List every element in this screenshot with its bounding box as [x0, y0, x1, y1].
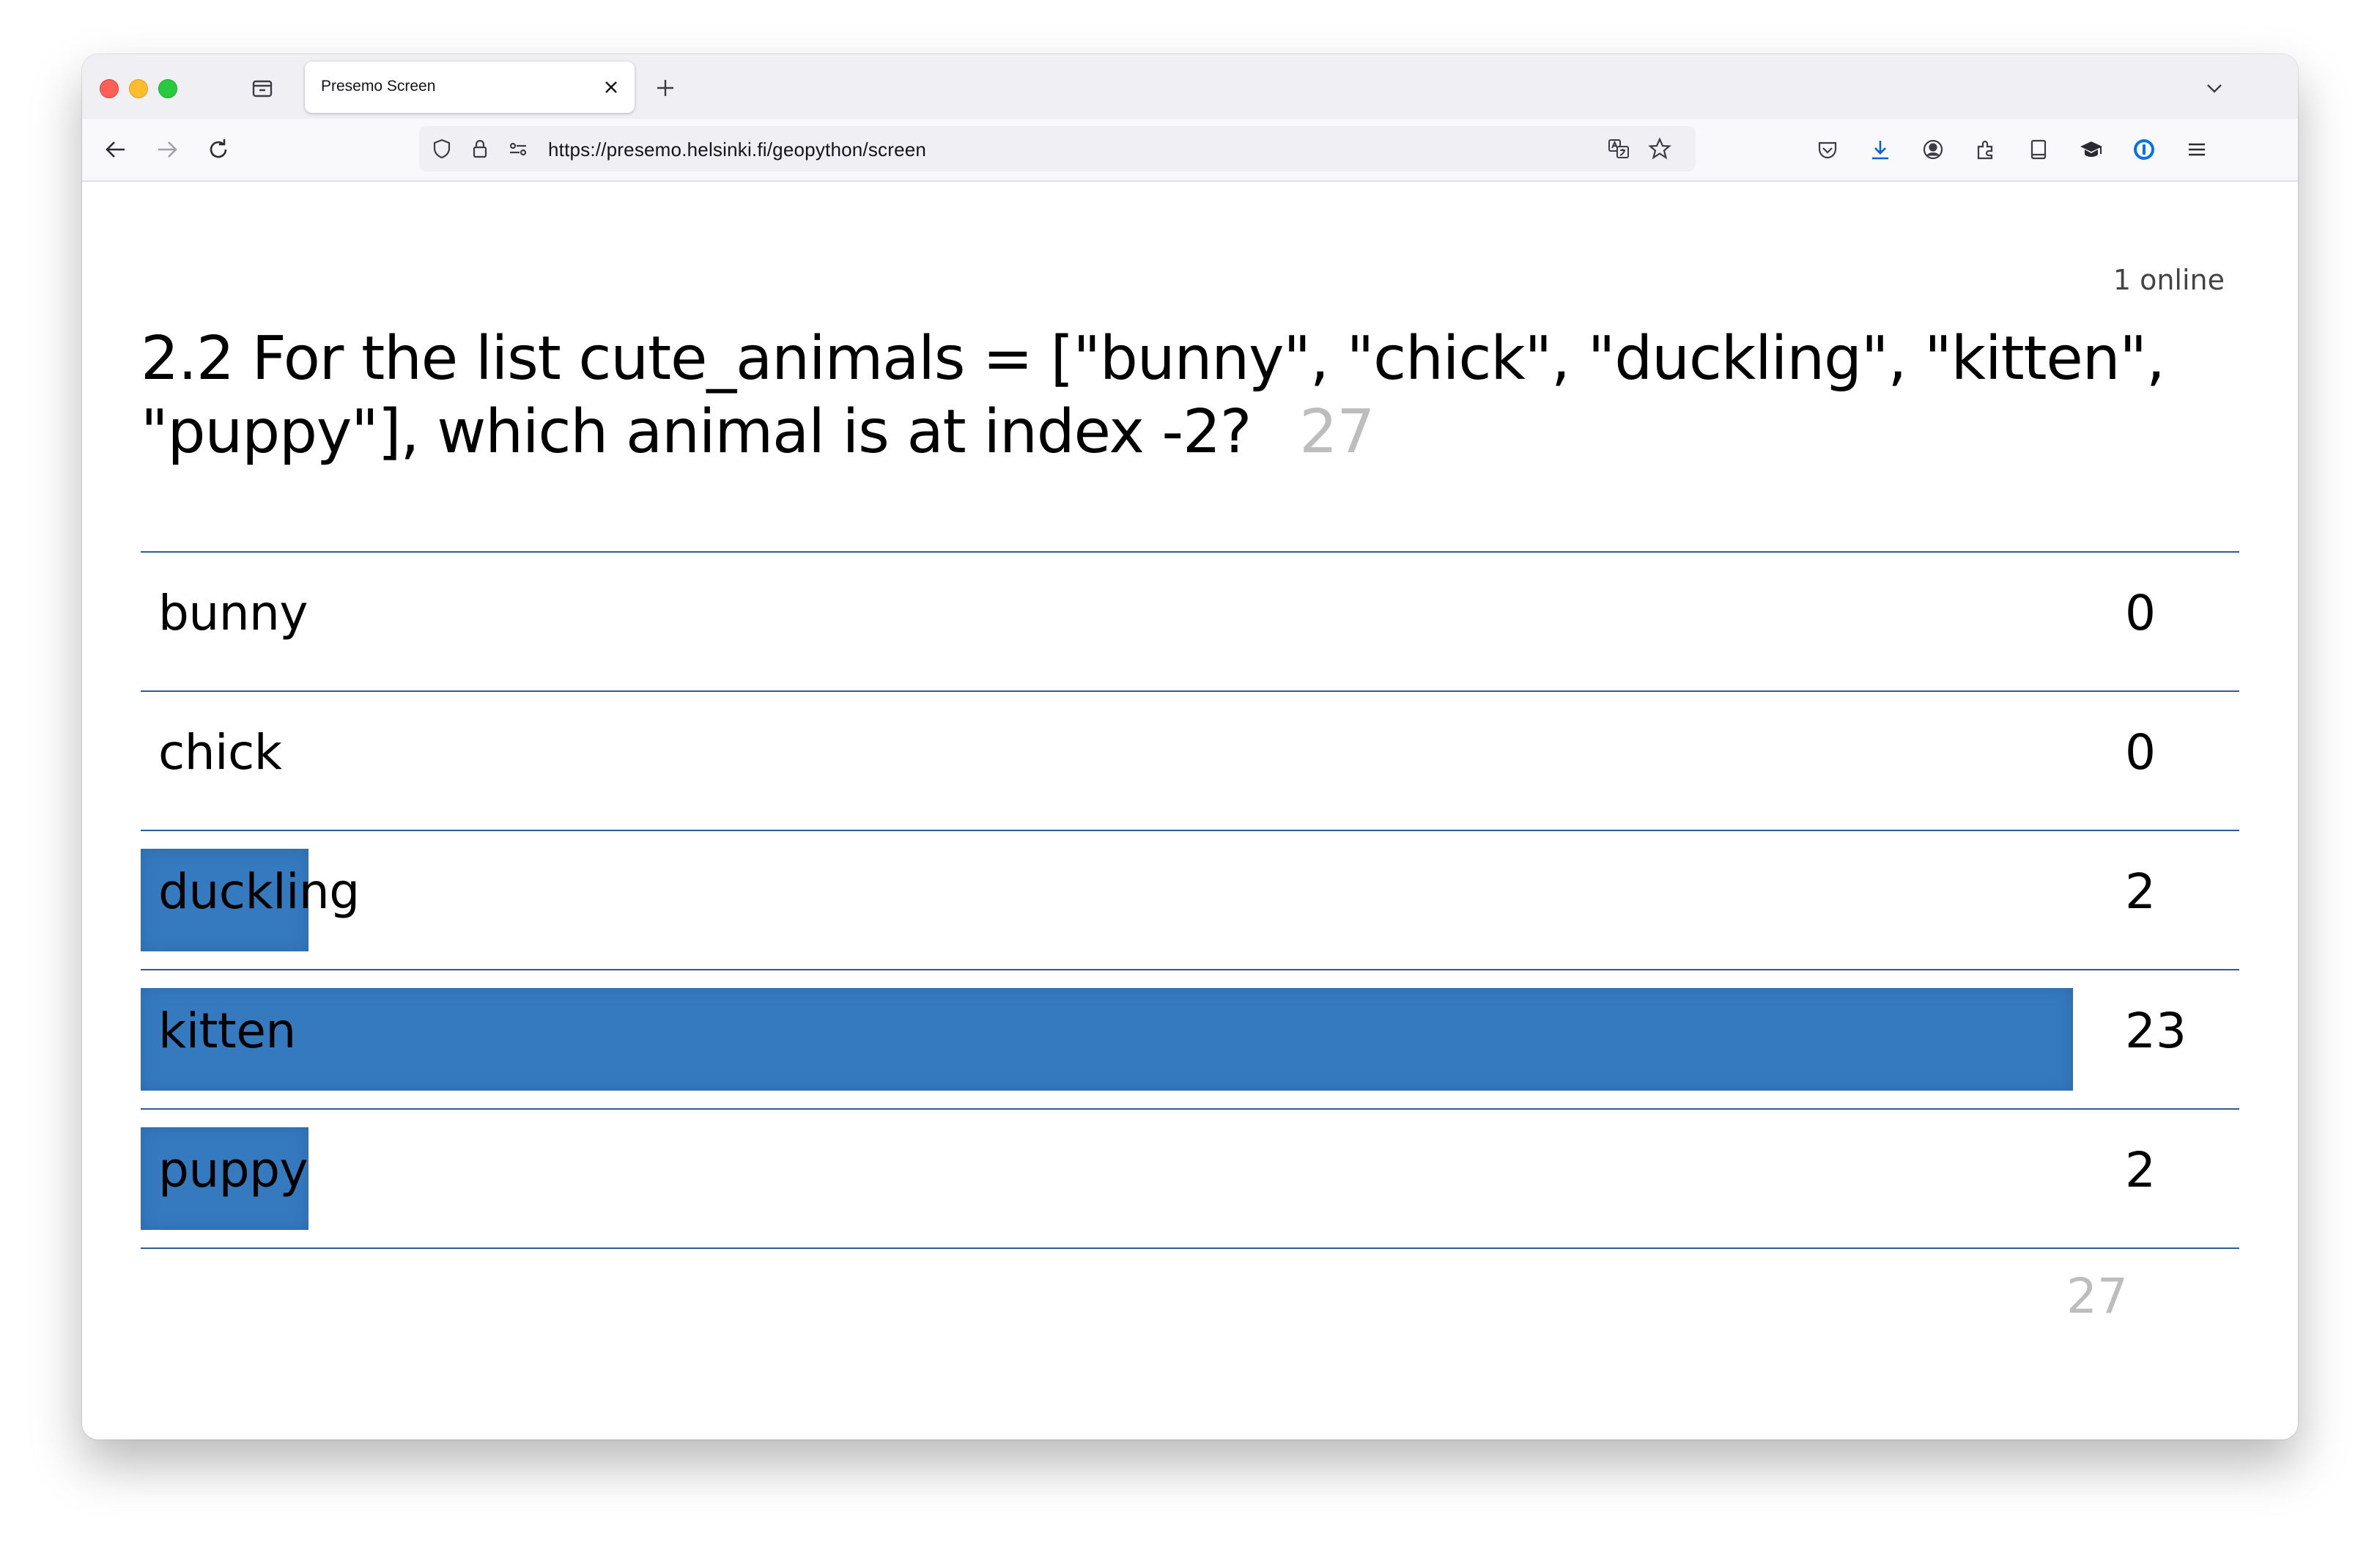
shield-icon[interactable]: [429, 136, 454, 161]
result-row-bunny: bunny 0: [141, 553, 2239, 690]
translate-icon[interactable]: [1606, 136, 1631, 161]
star-icon[interactable]: [1647, 136, 1672, 161]
result-bar: [141, 988, 2073, 1091]
reload-icon[interactable]: [201, 132, 236, 167]
tab-list-icon[interactable]: [248, 73, 277, 103]
hamburger-icon[interactable]: [2181, 133, 2213, 166]
window-minimize-button[interactable]: [129, 79, 148, 98]
mortarboard-icon[interactable]: [2075, 133, 2107, 166]
download-icon[interactable]: [1864, 133, 1896, 166]
password-manager-icon[interactable]: [2128, 133, 2160, 166]
browser-window: Presemo Screen https://presemo.helsinki.…: [82, 54, 2298, 1440]
result-row-puppy: puppy 2: [141, 1110, 2239, 1247]
navigation-bar: https://presemo.helsinki.fi/geopython/sc…: [82, 119, 2298, 182]
page-content: 1 online 2.2 For the list cute_animals =…: [82, 182, 2298, 1440]
lock-icon[interactable]: [468, 136, 492, 161]
window-close-button[interactable]: [100, 79, 119, 98]
pocket-icon[interactable]: [1811, 133, 1844, 166]
question-heading: 2.2 For the list cute_animals = ["bunny"…: [141, 322, 2251, 469]
option-count: 2: [2125, 1142, 2156, 1198]
plus-icon[interactable]: [651, 73, 680, 103]
option-label: bunny: [158, 585, 308, 641]
option-count: 0: [2125, 585, 2156, 641]
close-icon[interactable]: [599, 75, 623, 99]
option-label: puppy: [158, 1142, 308, 1198]
tab-presemo-screen[interactable]: Presemo Screen: [305, 62, 635, 113]
chevron-down-icon[interactable]: [2200, 73, 2229, 103]
total-count: 27: [2066, 1268, 2128, 1324]
question-text: 2.2 For the list cute_animals = ["bunny"…: [141, 324, 2165, 467]
result-row-chick: chick 0: [141, 692, 2239, 830]
arrow-right-icon[interactable]: [149, 132, 185, 167]
online-count: 1 online: [2113, 264, 2225, 296]
option-count: 0: [2125, 724, 2156, 781]
window-zoom-button[interactable]: [158, 79, 177, 98]
option-label: chick: [158, 724, 282, 781]
option-label: duckling: [158, 863, 360, 920]
result-row-duckling: duckling 2: [141, 831, 2239, 969]
url-bar[interactable]: https://presemo.helsinki.fi/geopython/sc…: [419, 126, 1696, 172]
url-text: https://presemo.helsinki.fi/geopython/sc…: [548, 139, 927, 161]
option-label: kitten: [158, 1003, 296, 1059]
option-count: 2: [2125, 863, 2156, 920]
results-chart: bunny 0 chick 0 duckling 2 kitten 23 puppy 2: [141, 551, 2239, 1249]
tab-strip: Presemo Screen: [82, 54, 2298, 119]
result-row-kitten: kitten 23: [141, 970, 2239, 1108]
tab-title: Presemo Screen: [321, 78, 436, 95]
reader-icon[interactable]: [2022, 133, 2055, 166]
response-count: 27: [1299, 397, 1375, 467]
permissions-icon[interactable]: [506, 136, 531, 161]
option-count: 23: [2125, 1003, 2187, 1059]
row-divider: [141, 1247, 2239, 1249]
extensions-icon[interactable]: [1970, 133, 2002, 166]
account-icon[interactable]: [1917, 133, 1949, 166]
arrow-left-icon[interactable]: [98, 132, 133, 167]
